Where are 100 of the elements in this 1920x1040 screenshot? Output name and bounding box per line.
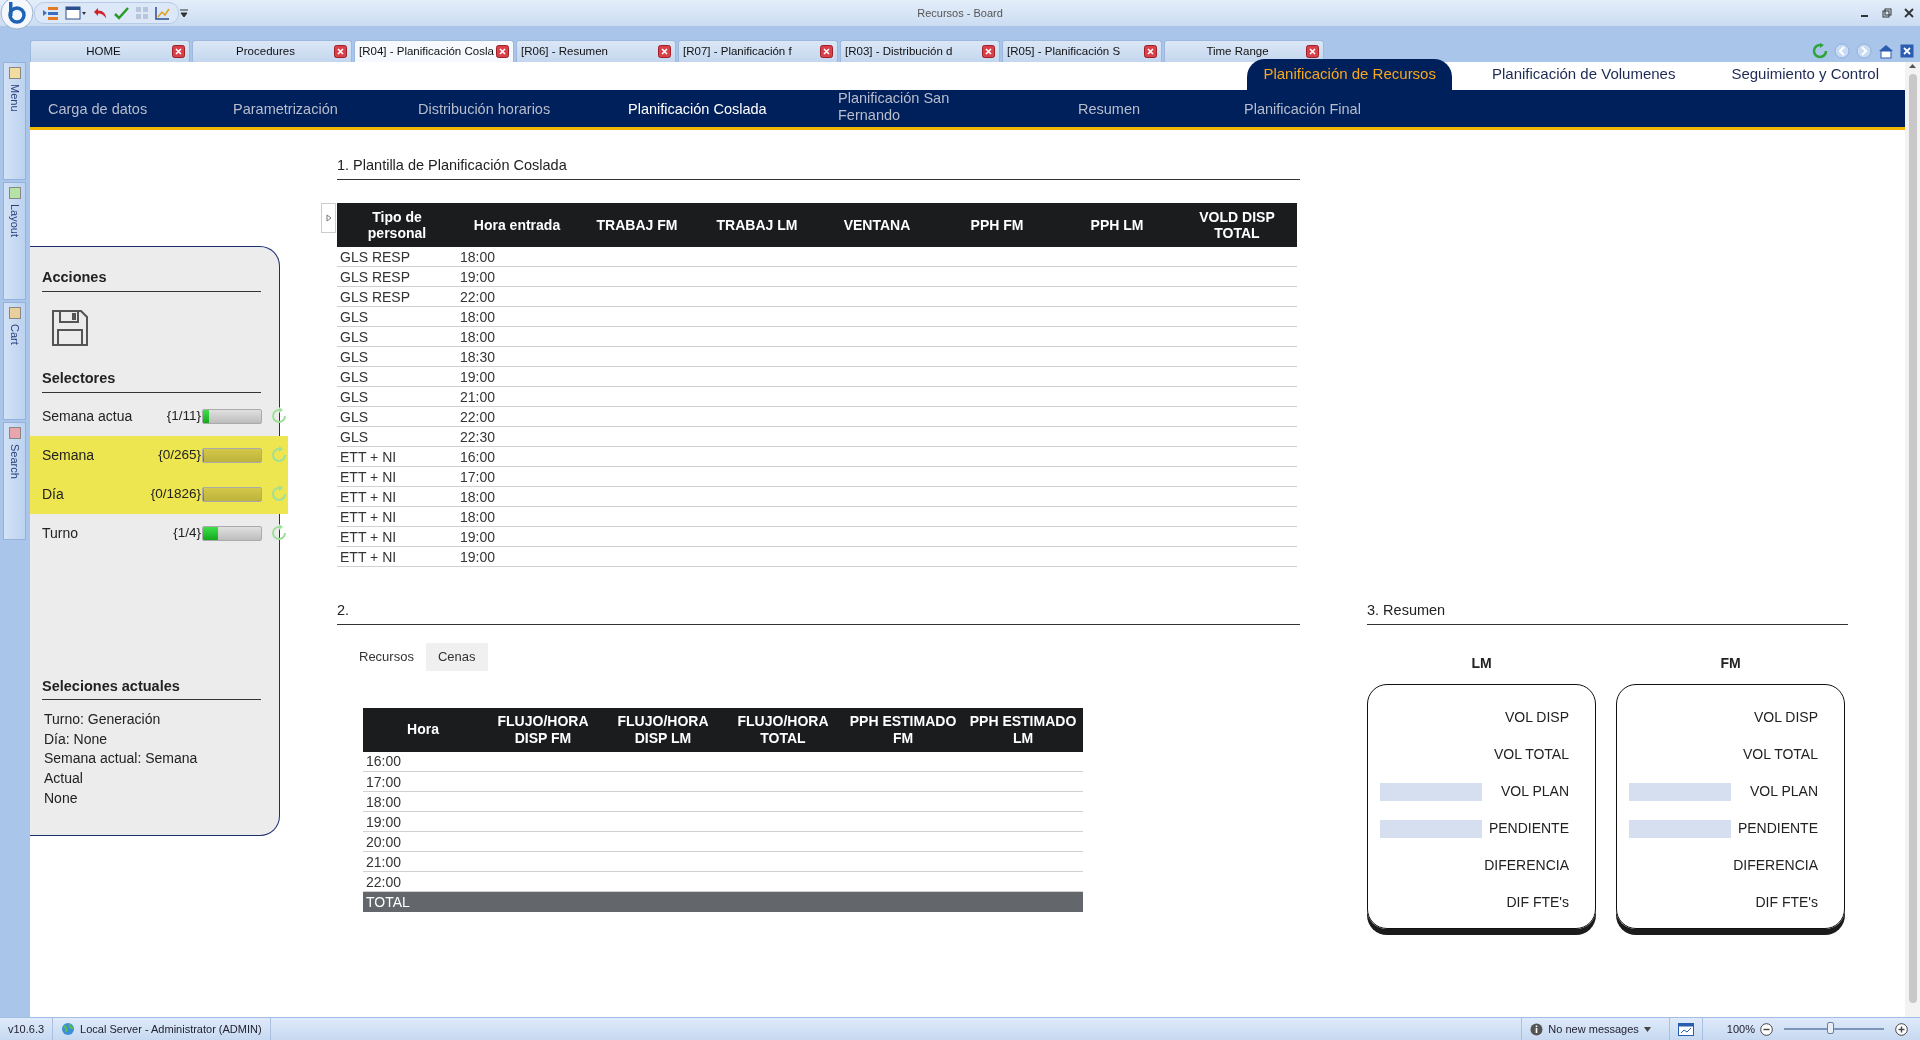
caret-icon[interactable] (1643, 1026, 1651, 1032)
expand-handle[interactable] (321, 202, 336, 233)
home-icon[interactable] (1878, 43, 1894, 59)
zoom-slider-thumb[interactable] (1827, 1022, 1834, 1034)
table-cell: GLS RESP (337, 286, 457, 307)
selection-text: Turno: Generación (44, 710, 162, 730)
table-tab[interactable]: Recursos (347, 643, 426, 671)
selector-label: Semana actua (42, 406, 134, 426)
close-icon[interactable] (1904, 8, 1914, 18)
zoom-in-icon[interactable] (1895, 1022, 1908, 1036)
dock-tab[interactable]: Cart (3, 302, 26, 420)
table-cell: ETT + NI (337, 466, 457, 487)
metric-label: DIFERENCIA (1733, 856, 1818, 875)
screen-icon[interactable] (1677, 1022, 1694, 1036)
nav-item[interactable]: Planificación Final (1244, 100, 1361, 118)
close-icon[interactable] (1900, 44, 1914, 58)
version-text: v10.6.3 (8, 1021, 45, 1037)
nav-item[interactable]: Parametrización (233, 100, 338, 118)
section-title: 1. Plantilla de Planificación Coslada (337, 155, 1300, 180)
metric-label: VOL PLAN (1501, 782, 1569, 801)
nav-item[interactable]: Distribución horarios (418, 100, 551, 118)
undo-icon[interactable] (93, 6, 108, 20)
window-icon[interactable] (65, 6, 87, 20)
nav-item[interactable]: Resumen (1078, 100, 1141, 118)
input-field[interactable] (1629, 782, 1731, 801)
dock-tab[interactable]: Layout (3, 182, 26, 300)
selector-label: Día (42, 484, 65, 504)
close-icon[interactable] (1306, 45, 1319, 58)
close-icon[interactable] (982, 45, 995, 58)
server-text: Local Server - Administrator (ADMIN) (80, 1021, 262, 1037)
metric-label: VOL TOTAL (1494, 745, 1569, 764)
section-title: 2. (337, 600, 1300, 625)
table-cell: GLS (337, 426, 457, 447)
table-cell: ETT + NI (337, 446, 457, 467)
document-tab[interactable]: Time Range (1164, 40, 1324, 62)
table-cell: 18:00 (457, 486, 577, 507)
scrollbar[interactable] (1905, 62, 1920, 1017)
column-header: VENTANA (817, 202, 937, 247)
card-title: FM (1720, 655, 1741, 671)
selector-count: {1/11} (166, 406, 201, 425)
dock-tab[interactable]: Search (3, 422, 26, 540)
document-tab[interactable]: [R07] - Planificación f (678, 40, 838, 62)
column-header: PPH FM (937, 202, 1057, 247)
table-cell: 21:00 (457, 386, 577, 407)
table-cell: GLS (337, 306, 457, 327)
nav-item[interactable]: Carga de datos (48, 100, 148, 118)
table-cell: 18:00 (363, 791, 483, 812)
column-header: TRABAJ FM (577, 202, 697, 247)
close-icon[interactable] (820, 45, 833, 58)
dock-tab[interactable]: Menu (3, 62, 26, 180)
check-icon[interactable] (114, 6, 129, 20)
section-title: 3. Resumen (1367, 600, 1848, 625)
zoom-out-icon[interactable] (1760, 1022, 1773, 1036)
table-cell: 22:00 (457, 406, 577, 427)
input-field[interactable] (1380, 782, 1482, 801)
section-tab[interactable]: Planificación de Volumenes (1475, 58, 1692, 90)
app-logo-icon[interactable] (0, 0, 34, 30)
nav-item[interactable]: Planificación Coslada (628, 100, 767, 118)
document-tab[interactable]: [R03] - Distribución d (840, 40, 1000, 62)
column-header: Tipo de personal (337, 202, 457, 247)
panel-heading: Seleciones actuales (42, 675, 261, 701)
close-icon[interactable] (496, 45, 509, 58)
customize-caret-icon[interactable] (179, 8, 189, 18)
column-header: VOLD DISP TOTAL (1177, 202, 1297, 247)
document-tab[interactable]: HOME (30, 40, 190, 62)
section-tab[interactable]: Planificación de Recursos (1247, 58, 1452, 90)
selection-text: Semana actual: Semana Actual (44, 749, 199, 789)
selector-label: Semana (42, 445, 96, 465)
selector-row[interactable]: Turno {1/4} (30, 513, 288, 553)
reset-icon[interactable] (270, 407, 288, 425)
table-cell: 17:00 (363, 771, 483, 792)
list-icon[interactable] (43, 6, 59, 20)
table-cell: 19:00 (363, 811, 483, 832)
table-cell: 19:00 (457, 266, 577, 287)
document-tab[interactable]: [R06] - Resumen (516, 40, 676, 62)
close-icon[interactable] (172, 45, 185, 58)
nav-item[interactable]: Planificación San Fernando (838, 90, 968, 124)
close-icon[interactable] (658, 45, 671, 58)
table-cell: GLS RESP (337, 246, 457, 267)
table-tab[interactable]: Cenas (425, 643, 488, 671)
chart-edit-icon[interactable] (155, 6, 170, 20)
restore-icon[interactable] (1882, 8, 1892, 18)
selection-text: None (44, 788, 79, 808)
close-icon[interactable] (334, 45, 347, 58)
selector-row[interactable]: Semana actua {1/11} (30, 396, 288, 436)
panel-heading: Acciones (42, 267, 261, 292)
messages-button[interactable]: No new messages (1548, 1020, 1639, 1038)
save-icon[interactable] (50, 307, 90, 348)
table-cell: ETT + NI (337, 486, 457, 507)
document-tab[interactable]: [R04] - Planificación Cosla (354, 40, 514, 62)
section-tab[interactable]: Seguimiento y Control (1715, 58, 1895, 90)
reset-icon[interactable] (270, 524, 288, 542)
total-cell: TOTAL (363, 891, 483, 912)
input-field[interactable] (1380, 819, 1482, 838)
input-field[interactable] (1629, 819, 1731, 838)
close-icon[interactable] (1144, 45, 1157, 58)
document-tab[interactable]: Procedures (192, 40, 352, 62)
table-cell: 18:00 (457, 306, 577, 327)
table-cell: 19:00 (457, 526, 577, 547)
document-tab[interactable]: [R05] - Planificación S (1002, 40, 1162, 62)
